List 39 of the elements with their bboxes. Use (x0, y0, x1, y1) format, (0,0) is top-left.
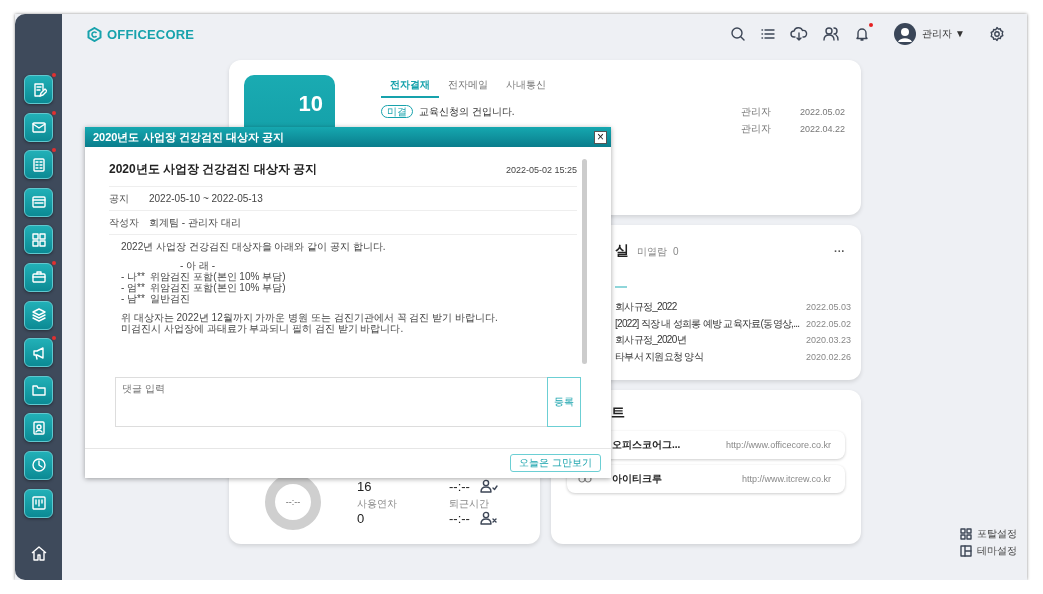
time-value: --:-- (449, 478, 470, 494)
count-text: 10 (298, 91, 323, 117)
notice-text: 2022년 사업장 건강검진 대상자을 아래와 같이 공지 합니다. (121, 241, 387, 252)
date-text: 2022.05.02 (798, 105, 845, 118)
card-title: 실 (615, 242, 629, 260)
notice-text: - 엄** 위암검진 포함(본인 10% 부담) (121, 282, 287, 293)
time-label: 퇴근시간 (449, 496, 490, 511)
stat-value: 16 (357, 478, 373, 494)
date-text: 2020.02.26 (804, 350, 851, 363)
url-text: http://www.itcrew.co.kr (741, 474, 831, 484)
date-text: 2022-05-02 15:25 (505, 164, 577, 175)
donut-label: --:-- (285, 497, 301, 507)
site-name: 아이티크루 (612, 472, 662, 486)
notice-text: - 나** 위암검진 포함(본인 10% 부담) (121, 271, 287, 282)
unread-count: 0 (673, 246, 679, 257)
notice-text: 미검진시 사업장에 과태료가 부과되니 필히 검진 받기 바랍니다. (121, 323, 405, 334)
date-text: 2022.05.03 (804, 301, 851, 314)
dialog-title: 2020년도 사업장 건강검진 대상자 공지 (93, 129, 284, 145)
date-text: 2022.04.22 (798, 122, 845, 135)
field-label: 작성자 (109, 215, 140, 230)
field-label: 공지 (109, 191, 130, 206)
author-text: 관리자 (741, 121, 772, 136)
logo-text: OFFICECORE (107, 26, 195, 42)
time-value: --:-- (449, 510, 470, 526)
stat-value: 0 (357, 510, 366, 526)
author-text: 관리자 (741, 104, 772, 119)
notice-text: - 아 래 - (179, 260, 216, 271)
card-title: 트 (611, 404, 626, 422)
notice-title: 2020년도 사업장 건강검진 대상자 공지 (109, 161, 318, 178)
field-value: 2022-05-10 ~ 2022-05-13 (149, 193, 263, 204)
url-text: http://www.officecore.co.kr (726, 440, 831, 450)
stat-label: 사용연차 (357, 496, 398, 511)
date-text: 2020.03.23 (804, 334, 851, 347)
field-value: 회계팀 - 관리자 대리 (149, 215, 241, 230)
unread-label: 미열람 (637, 245, 667, 259)
date-text: 2022.05.02 (804, 317, 851, 330)
site-name: 오피스코어그... (612, 438, 681, 452)
notice-text: 위 대상자는 2022년 12월까지 가까운 병원 또는 검진기관에서 꼭 검진 받기 바랍니다. (121, 312, 499, 323)
notice-text: - 남** 일반검진 (121, 293, 192, 304)
